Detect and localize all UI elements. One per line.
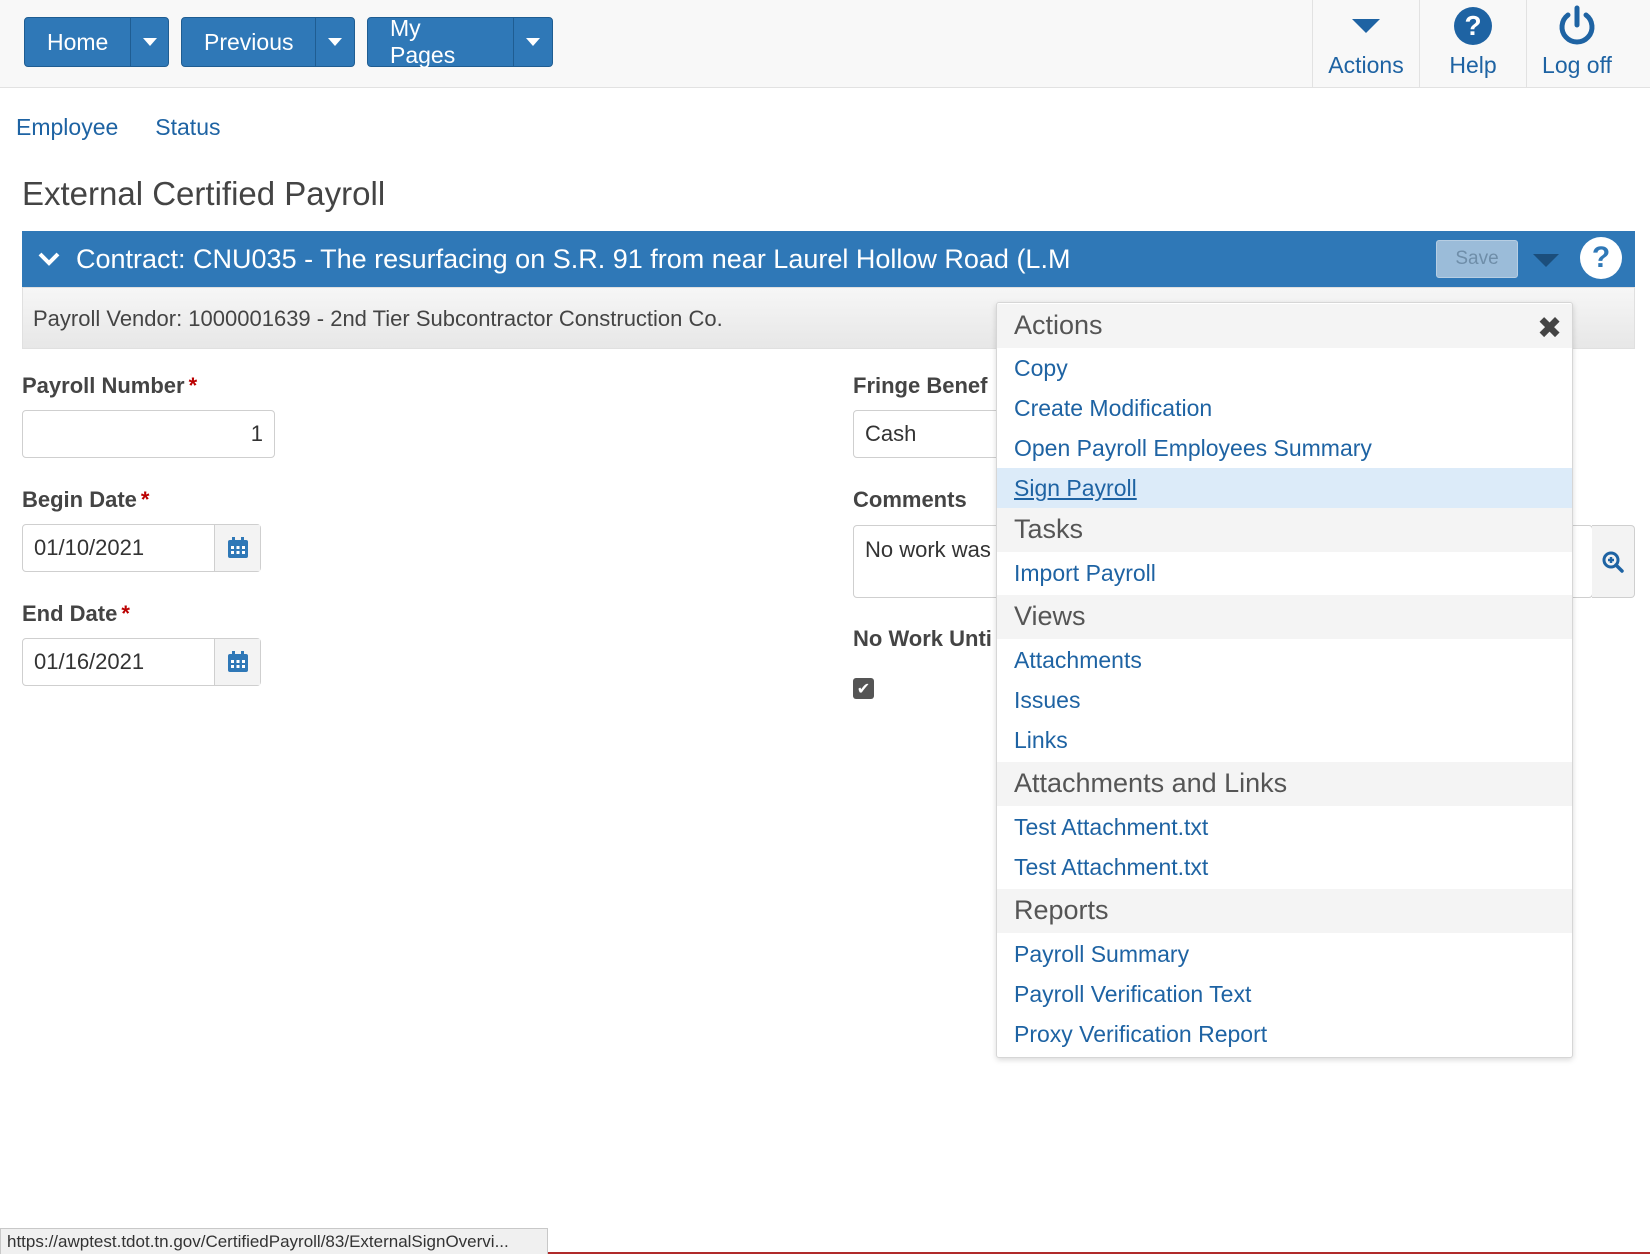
- chevron-down-icon: [328, 38, 343, 46]
- menu-item-proxy-verification-report[interactable]: Proxy Verification Report: [997, 1014, 1572, 1054]
- calendar-icon[interactable]: [214, 525, 260, 571]
- menu-item-sign-payroll[interactable]: Sign Payroll: [997, 468, 1572, 508]
- menu-item-attachments[interactable]: Attachments: [997, 640, 1572, 680]
- actions-menu-button[interactable]: Actions: [1312, 0, 1419, 88]
- my-pages-button-group[interactable]: My Pages: [367, 15, 553, 68]
- log-off-button[interactable]: Log off: [1526, 0, 1627, 88]
- zoom-in-icon[interactable]: [1592, 525, 1635, 598]
- home-dropdown-toggle[interactable]: [130, 18, 168, 66]
- log-off-label: Log off: [1542, 52, 1612, 78]
- header-dropdown-icon[interactable]: [1533, 254, 1559, 267]
- help-label: Help: [1449, 52, 1497, 78]
- save-button[interactable]: Save: [1436, 240, 1518, 278]
- menu-item-payroll-verification-text[interactable]: Payroll Verification Text: [997, 974, 1572, 1014]
- collapse-chevron-icon[interactable]: [22, 252, 76, 266]
- begin-date-field[interactable]: 01/10/2021: [22, 524, 261, 572]
- help-button[interactable]: ? Help: [1419, 0, 1526, 88]
- required-marker: *: [140, 487, 150, 512]
- svg-text:?: ?: [1464, 10, 1481, 41]
- menu-item-copy[interactable]: Copy: [997, 348, 1572, 388]
- question-circle-icon: ?: [1453, 0, 1493, 52]
- contract-header[interactable]: Contract: CNU035 - The resurfacing on S.…: [22, 231, 1635, 287]
- comments-label: Comments: [853, 487, 967, 512]
- menu-section-attachments-and-links: Attachments and Links: [997, 762, 1572, 806]
- actions-label: Actions: [1328, 52, 1404, 78]
- menu-item-issues[interactable]: Issues: [997, 680, 1572, 720]
- menu-item-payroll-summary[interactable]: Payroll Summary: [997, 934, 1572, 974]
- end-date-label: End Date *: [22, 601, 130, 626]
- breadcrumb-status-link[interactable]: Status: [155, 114, 220, 141]
- menu-section-actions: Actions: [997, 304, 1572, 348]
- home-button-group[interactable]: Home: [24, 17, 169, 67]
- home-button[interactable]: Home: [25, 18, 130, 66]
- menu-item-test-attachment[interactable]: Test Attachment.txt: [997, 847, 1572, 887]
- menu-section-tasks: Tasks: [997, 508, 1572, 552]
- end-date-field[interactable]: 01/16/2021: [22, 638, 261, 686]
- power-icon: [1557, 0, 1597, 52]
- menu-item-links[interactable]: Links: [997, 720, 1572, 760]
- link-status-bar: https://awptest.tdot.tn.gov/CertifiedPay…: [0, 1228, 548, 1254]
- payroll-number-label: Payroll Number *: [22, 373, 198, 398]
- required-marker: *: [188, 373, 198, 398]
- payroll-number-input[interactable]: 1: [22, 410, 275, 458]
- menu-item-import-payroll[interactable]: Import Payroll: [997, 553, 1572, 593]
- breadcrumb-employee-link[interactable]: Employee: [16, 114, 118, 141]
- previous-button-group[interactable]: Previous: [181, 17, 355, 67]
- chevron-down-icon: [142, 38, 157, 46]
- previous-button[interactable]: Previous: [182, 18, 315, 66]
- begin-date-label: Begin Date *: [22, 487, 150, 512]
- my-pages-button[interactable]: My Pages: [368, 15, 513, 68]
- menu-item-create-modification[interactable]: Create Modification: [997, 388, 1572, 428]
- menu-item-test-attachment[interactable]: Test Attachment.txt: [997, 807, 1572, 847]
- my-pages-dropdown-toggle[interactable]: [512, 18, 552, 66]
- end-date-input[interactable]: 01/16/2021: [23, 639, 214, 685]
- calendar-icon[interactable]: [214, 639, 260, 685]
- contract-title: Contract: CNU035 - The resurfacing on S.…: [76, 243, 1071, 274]
- close-icon[interactable]: ✖: [1537, 311, 1562, 346]
- no-work-checkbox[interactable]: ✔: [853, 678, 874, 699]
- menu-section-reports: Reports: [997, 889, 1572, 933]
- top-navbar: Home Previous My Pages Actions ? Help Lo…: [0, 0, 1650, 88]
- chevron-down-icon: [525, 38, 540, 46]
- no-work-until-label: No Work Unti: [853, 626, 992, 651]
- header-help-icon[interactable]: ?: [1580, 237, 1622, 279]
- menu-item-open-payroll-employees-summary[interactable]: Open Payroll Employees Summary: [997, 428, 1572, 468]
- previous-dropdown-toggle[interactable]: [315, 18, 354, 66]
- actions-dropdown-menu: Actions ✖ Copy Create Modification Open …: [996, 302, 1573, 1058]
- page-title: External Certified Payroll: [22, 175, 386, 212]
- breadcrumb: Employee Status: [16, 114, 221, 141]
- menu-section-views: Views: [997, 595, 1572, 639]
- required-marker: *: [121, 601, 130, 626]
- begin-date-input[interactable]: 01/10/2021: [23, 525, 214, 571]
- fringe-benefit-label: Fringe Benef: [853, 373, 988, 398]
- caret-down-icon: [1352, 0, 1380, 52]
